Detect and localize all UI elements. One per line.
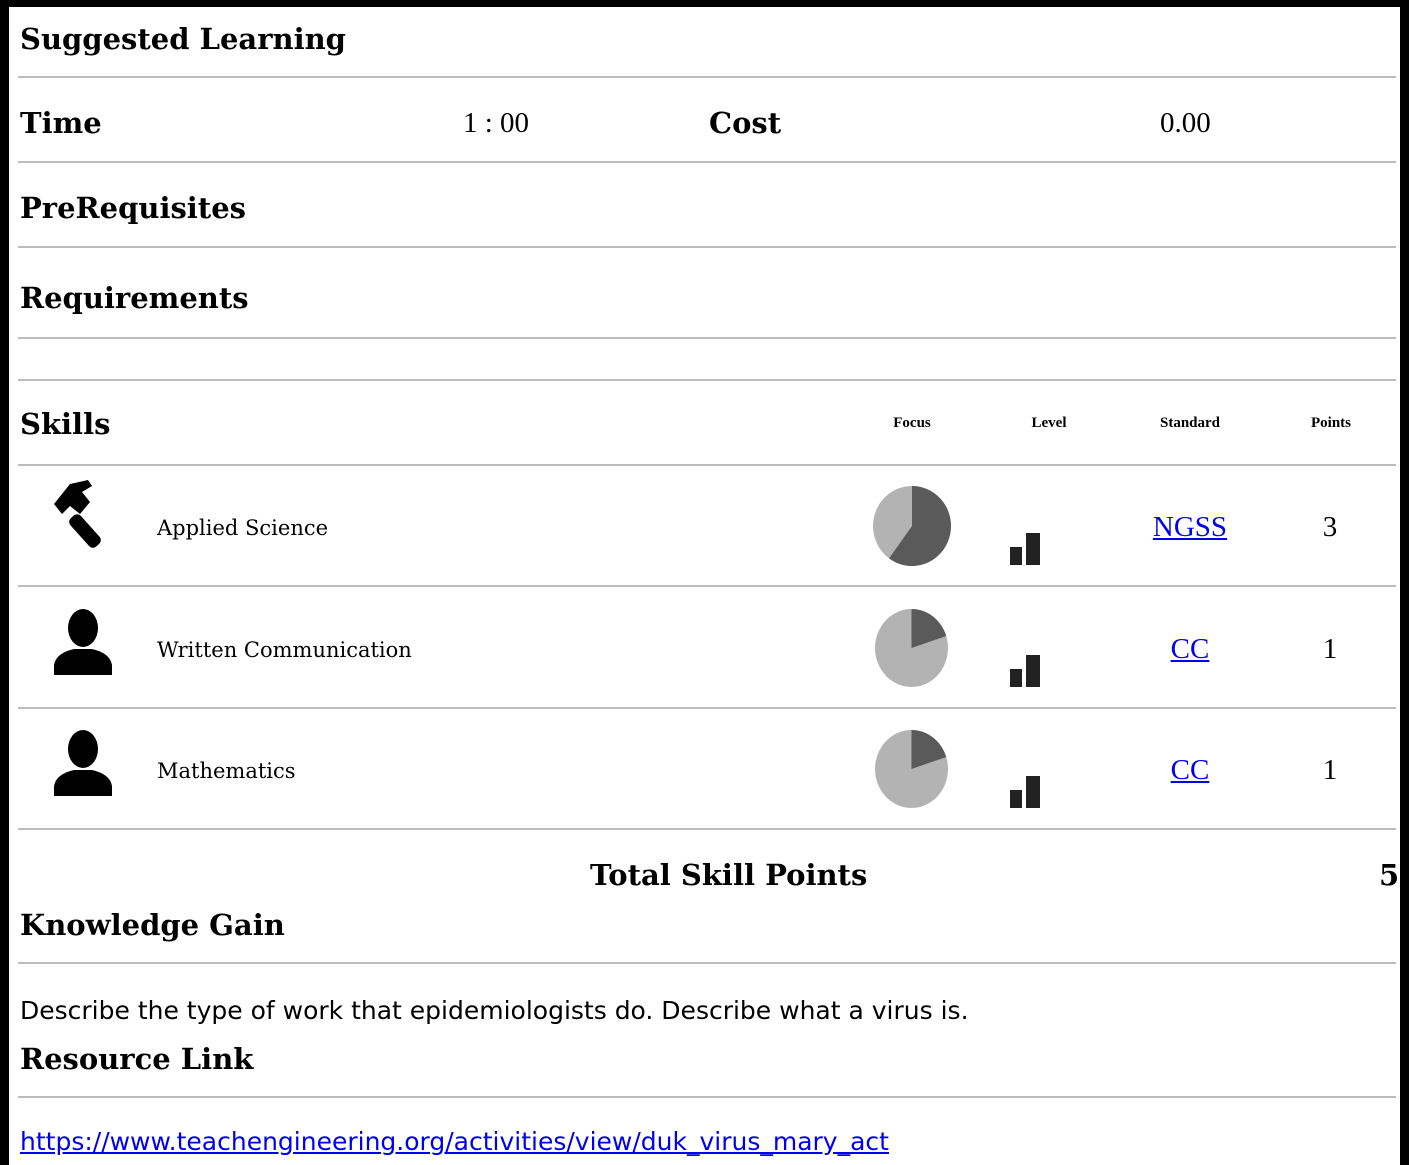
standard-link-ngss[interactable]: NGSS xyxy=(1120,510,1260,544)
standard-link-cc[interactable]: CC xyxy=(1120,632,1260,666)
time-value: 1 : 00 xyxy=(463,107,530,139)
divider xyxy=(18,707,1396,709)
hammer-icon xyxy=(54,480,101,548)
column-header-focus: Focus xyxy=(893,415,931,431)
prerequisites-heading: PreRequisites xyxy=(20,191,246,225)
divider xyxy=(18,962,1396,964)
column-header-standard: Standard xyxy=(1159,415,1221,431)
skill-name: Applied Science xyxy=(157,516,329,540)
knowledge-gain-heading: Knowledge Gain xyxy=(20,908,285,942)
divider xyxy=(18,828,1396,830)
divider xyxy=(18,585,1396,587)
time-label: Time xyxy=(20,106,102,140)
skill-name: Written Communication xyxy=(157,638,412,662)
requirements-heading: Requirements xyxy=(20,281,249,315)
divider xyxy=(18,337,1396,339)
skill-points: 1 xyxy=(1322,633,1338,665)
focus-pie-chart xyxy=(875,609,948,687)
column-header-level: Level xyxy=(1031,415,1067,431)
divider xyxy=(18,1096,1396,1098)
divider xyxy=(18,464,1396,466)
divider xyxy=(18,76,1396,78)
person-icon xyxy=(54,730,112,796)
standard-link-cc[interactable]: CC xyxy=(1120,753,1260,787)
total-skill-points-value: 5 xyxy=(1379,858,1400,892)
skill-points: 3 xyxy=(1322,511,1338,543)
focus-pie-chart xyxy=(873,486,951,566)
cost-label: Cost xyxy=(709,106,782,140)
level-bars-icon xyxy=(1010,533,1040,565)
divider xyxy=(18,246,1396,248)
skill-name: Mathematics xyxy=(157,759,296,783)
knowledge-gain-text: Describe the type of work that epidemiol… xyxy=(20,996,969,1025)
page-frame xyxy=(0,0,1409,1165)
resource-link-heading: Resource Link xyxy=(20,1042,254,1076)
divider xyxy=(18,379,1396,381)
skills-heading: Skills xyxy=(20,407,111,441)
divider xyxy=(18,161,1396,163)
focus-pie-chart xyxy=(875,730,948,808)
resource-link[interactable]: https://www.teachengineering.org/activit… xyxy=(20,1127,889,1157)
level-bars-icon xyxy=(1010,776,1040,808)
cost-value: 0.00 xyxy=(1160,107,1211,139)
total-skill-points-label: Total Skill Points xyxy=(590,858,868,892)
person-icon xyxy=(54,609,112,675)
level-bars-icon xyxy=(1010,655,1040,687)
suggested-learning-heading: Suggested Learning xyxy=(20,22,346,56)
column-header-points: Points xyxy=(1310,415,1351,431)
skill-points: 1 xyxy=(1322,754,1338,786)
